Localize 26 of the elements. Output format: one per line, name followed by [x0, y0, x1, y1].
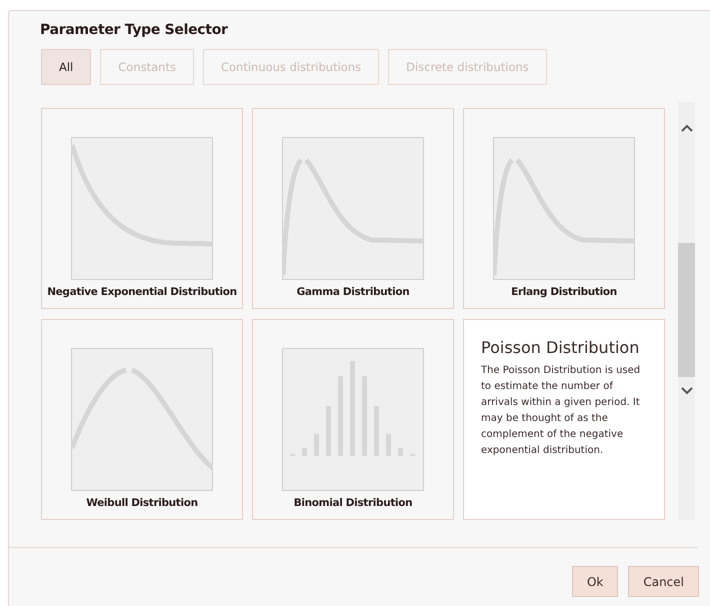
bar-chart-icon	[282, 348, 424, 491]
distribution-card[interactable]: Poisson Distribution The Poisson Distribution is used to estimate the number of arrivals within a given period. It may be thought of as the complement of the negative exponential distribution.	[463, 319, 665, 520]
distribution-card[interactable]: Gamma Distribution	[252, 108, 454, 309]
card-description: The Poisson Distribution is used to estimate the number of arrivals within a given period. It may be thought of as the complement of the negative exponential distribution.	[481, 364, 642, 458]
card-label: Negative Exponential Distribution	[47, 286, 237, 298]
distribution-card[interactable]: Binomial Distribution	[252, 319, 454, 520]
scroll-up-icon[interactable]	[680, 124, 692, 132]
ok-button[interactable]: Ok	[572, 566, 618, 597]
distribution-card[interactable]: Weibull Distribution	[41, 319, 243, 520]
distribution-card[interactable]: Negative Exponential Distribution	[41, 108, 243, 309]
scrollbar-thumb[interactable]	[678, 243, 695, 377]
filter-tab[interactable]: All	[41, 49, 92, 85]
scrollbar[interactable]	[678, 102, 695, 520]
distribution-card[interactable]: Erlang Distribution	[463, 108, 665, 309]
scroll-down-icon[interactable]	[680, 387, 692, 395]
curve-icon	[493, 137, 635, 280]
dialog-title: Parameter Type Selector	[40, 22, 229, 38]
curve-icon	[282, 137, 424, 280]
card-label: Binomial Distribution	[294, 497, 412, 509]
card-heading: Poisson Distribution	[481, 338, 640, 357]
card-label: Weibull Distribution	[86, 497, 198, 509]
curve-icon	[71, 348, 213, 491]
card-label: Gamma Distribution	[296, 286, 410, 298]
curve-icon	[71, 137, 213, 280]
card-label: Erlang Distribution	[511, 286, 617, 298]
cancel-button[interactable]: Cancel	[628, 566, 699, 597]
